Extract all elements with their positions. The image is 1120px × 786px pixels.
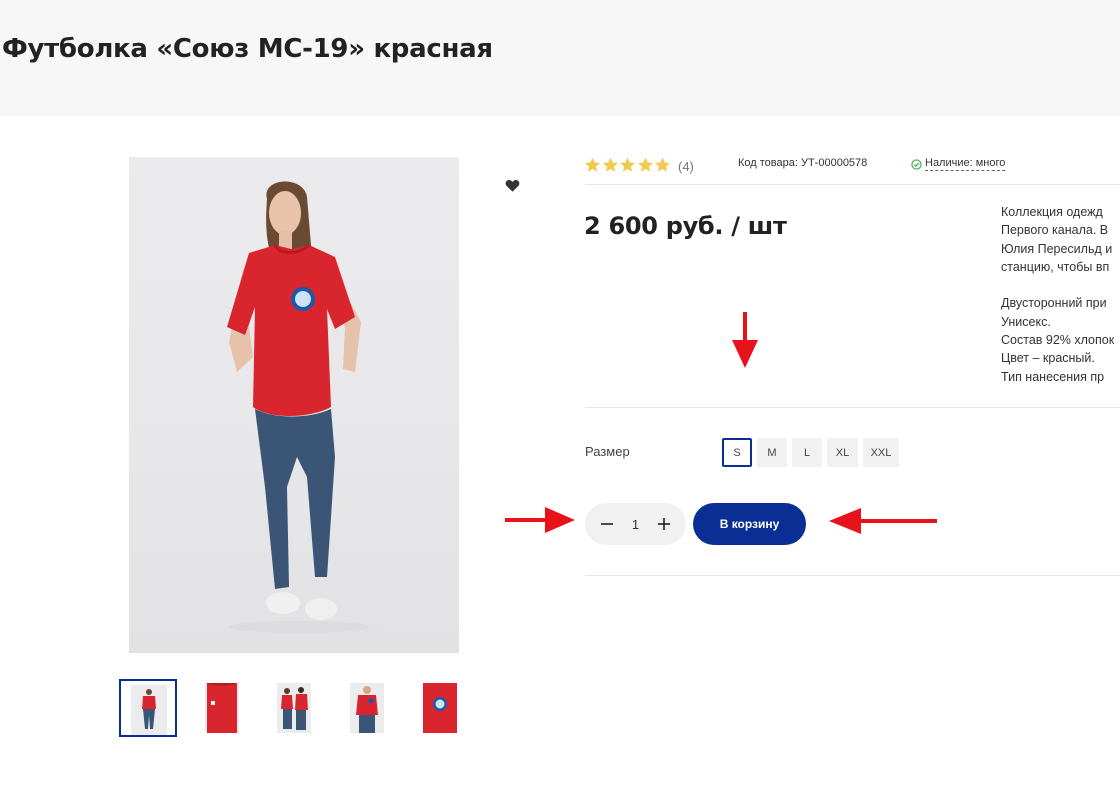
rating-stars <box>584 157 672 173</box>
size-option-s[interactable]: S <box>722 438 752 467</box>
model-photo <box>227 181 369 633</box>
quantity-stepper: 1 <box>585 503 686 545</box>
rating-count[interactable]: (4) <box>678 159 694 174</box>
thumbnail-image <box>277 683 311 733</box>
description-line: станцию, чтобы вп <box>1001 259 1110 274</box>
stock-status[interactable]: Наличие: много <box>911 157 1006 171</box>
star-icon <box>637 157 653 172</box>
divider <box>585 184 1120 185</box>
description-line: Коллекция одежд <box>1001 205 1103 219</box>
check-circle-icon <box>911 158 922 170</box>
product-price: 2 600 руб. / шт <box>584 212 787 240</box>
divider <box>585 407 1120 408</box>
thumbnail-5[interactable] <box>411 679 469 737</box>
thumbnail-image <box>131 685 167 735</box>
annotation-arrow-left-icon <box>829 508 937 534</box>
size-option-xl[interactable]: XL <box>827 438 858 467</box>
description-line: Тип нанесения пр <box>1001 369 1105 384</box>
description-line: Состав 92% хлопок <box>1001 333 1115 348</box>
description-line: Унисекс. <box>1001 314 1051 329</box>
stock-text: Наличие: много <box>925 157 1006 171</box>
description-line: Первого канала. В <box>1001 223 1109 238</box>
thumbnail-image <box>423 683 457 733</box>
heart-icon[interactable] <box>505 179 520 193</box>
size-selector: S M L XL XXL <box>722 438 904 467</box>
size-option-xxl[interactable]: XXL <box>863 438 899 467</box>
page-title: Футболка «Союз МС-19» красная <box>2 34 493 64</box>
thumbnail-2[interactable] <box>192 679 250 737</box>
thumbnail-image <box>350 683 384 733</box>
thumbnail-image <box>205 683 239 733</box>
divider <box>585 575 1120 576</box>
product-description: Коллекция одежд Первого канала. В Юлия П… <box>1001 203 1120 386</box>
annotation-arrow-right-icon <box>505 507 575 533</box>
plus-icon[interactable] <box>657 518 671 530</box>
star-icon <box>585 157 600 172</box>
star-icon <box>620 157 635 172</box>
minus-icon[interactable] <box>600 518 614 530</box>
thumbnail-3[interactable] <box>265 679 323 737</box>
star-icon <box>602 157 618 172</box>
quantity-value[interactable]: 1 <box>632 517 639 532</box>
description-line: Двусторонний при <box>1001 296 1107 311</box>
product-sku: Код товара: УТ-00000578 <box>738 157 868 169</box>
size-label: Размер <box>585 444 630 459</box>
annotation-arrow-down-icon <box>732 312 758 368</box>
add-to-cart-button[interactable]: В корзину <box>693 503 806 545</box>
thumbnail-4[interactable] <box>338 679 396 737</box>
description-line: Цвет – красный. <box>1001 351 1095 366</box>
size-option-m[interactable]: M <box>757 438 787 467</box>
thumbnail-1[interactable] <box>119 679 177 737</box>
main-product-image[interactable] <box>129 157 459 653</box>
star-icon <box>655 157 670 172</box>
size-option-l[interactable]: L <box>792 438 822 467</box>
description-line: Юлия Пересильд и <box>1001 241 1113 256</box>
